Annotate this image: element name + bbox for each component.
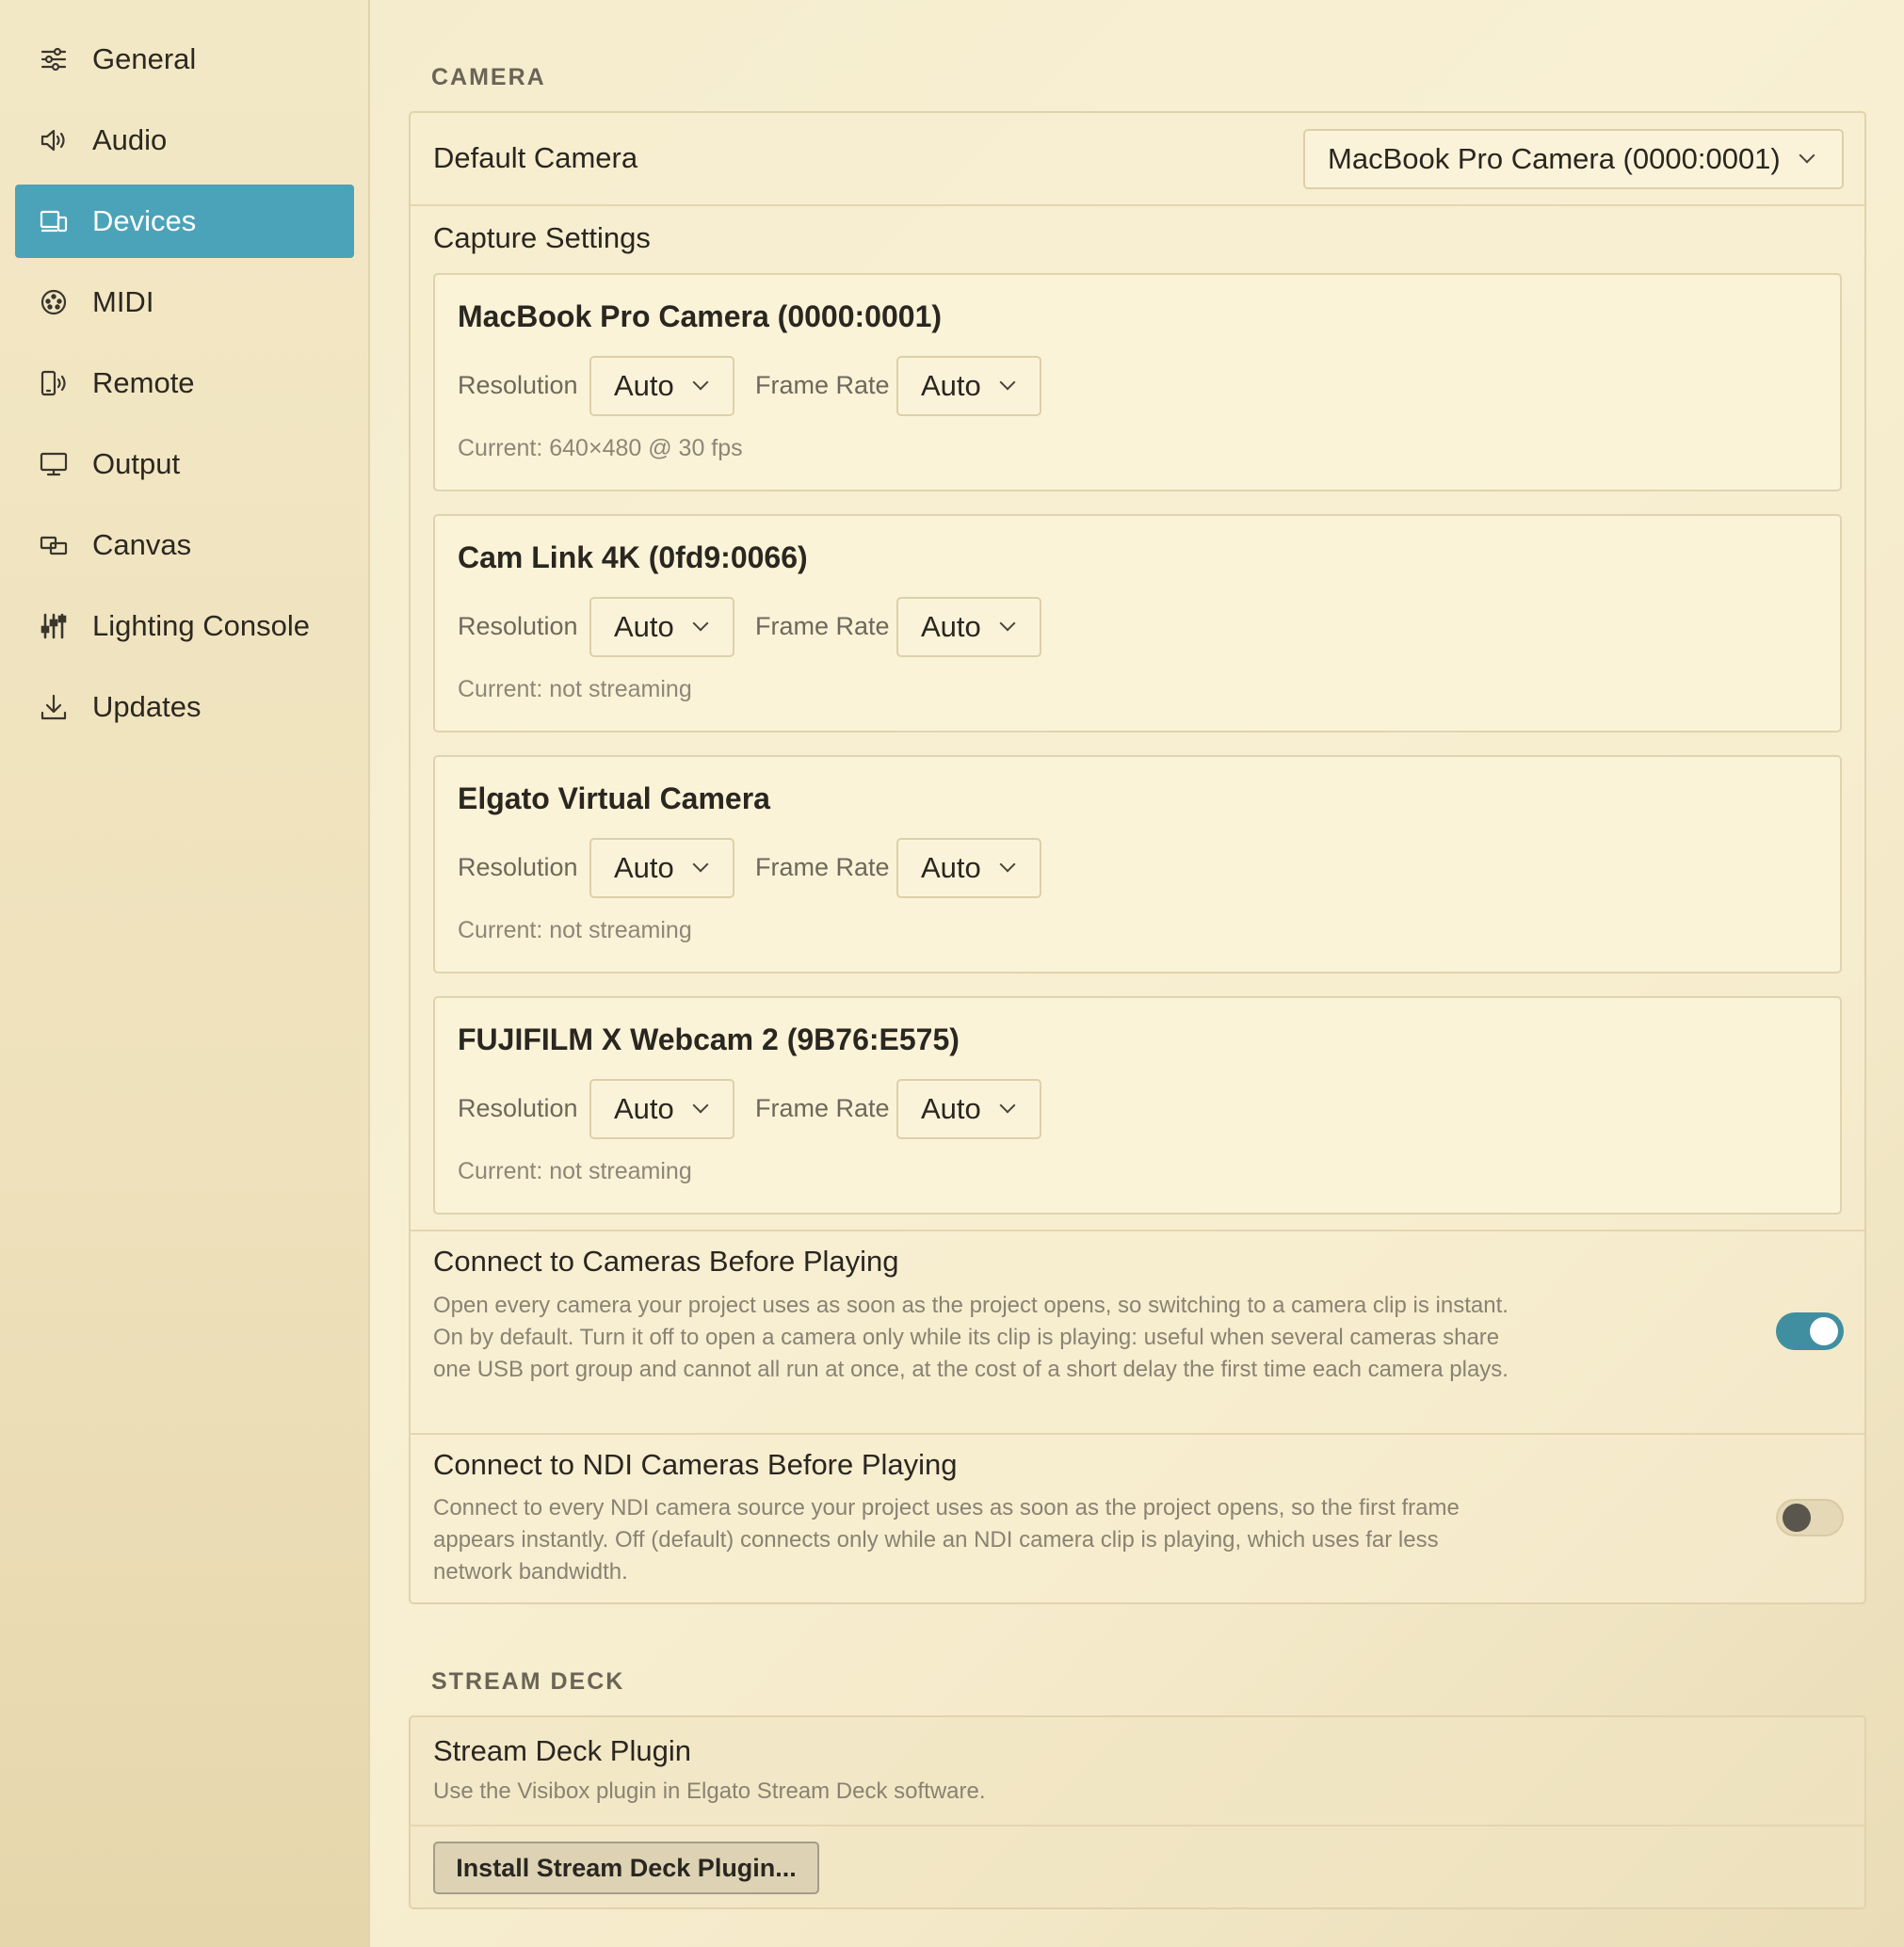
resolution-value: Auto [614, 1092, 674, 1125]
chevron-down-icon [1799, 147, 1815, 164]
frame-rate-select[interactable]: Auto [896, 838, 1041, 898]
frame-rate-label: Frame Rate [755, 612, 890, 640]
sidebar-item-label: Canvas [92, 528, 192, 561]
current-status: Current: not streaming [458, 1158, 692, 1184]
device-card: FUJIFILM X Webcam 2 (9B76:E575) Resoluti… [433, 996, 1842, 1215]
chevron-down-icon [999, 856, 1016, 873]
speaker-icon [38, 124, 70, 156]
resolution-label: Resolution [458, 853, 578, 881]
download-icon [38, 691, 70, 723]
sidebar-item-label: Lighting Console [92, 609, 310, 642]
midi-icon [38, 286, 70, 318]
resolution-select[interactable]: Auto [589, 597, 734, 657]
sidebar-item-label: Output [92, 447, 181, 480]
resolution-select[interactable]: Auto [589, 1079, 734, 1139]
capture-settings-label: Capture Settings [433, 221, 651, 254]
frame-rate-select[interactable]: Auto [896, 1079, 1041, 1139]
resolution-label: Resolution [458, 371, 578, 399]
connect-ndi-cameras-title: Connect to NDI Cameras Before Playing [433, 1448, 958, 1481]
sidebar-item-output[interactable]: Output [15, 427, 354, 501]
frame-rate-label: Frame Rate [755, 1094, 890, 1122]
sidebar-item-label: General [92, 42, 197, 75]
chevron-down-icon [999, 374, 1016, 391]
connect-cameras-toggle[interactable] [1776, 1312, 1844, 1350]
sidebar-item-audio[interactable]: Audio [15, 104, 354, 177]
install-stream-deck-plugin-button[interactable]: Install Stream Deck Plugin... [433, 1842, 819, 1894]
resolution-value: Auto [614, 851, 674, 884]
canvas-icon [38, 529, 70, 561]
device-name: Cam Link 4K (0fd9:0066) [458, 540, 808, 574]
current-status: Current: 640×480 @ 30 fps [458, 435, 743, 461]
frame-rate-value: Auto [921, 610, 981, 643]
device-card: MacBook Pro Camera (0000:0001) Resolutio… [433, 273, 1842, 491]
device-card: Cam Link 4K (0fd9:0066) Resolution Auto … [433, 514, 1842, 732]
resolution-value: Auto [614, 369, 674, 402]
resolution-select[interactable]: Auto [589, 838, 734, 898]
default-camera-label: Default Camera [433, 141, 638, 174]
device-name: Elgato Virtual Camera [458, 781, 770, 815]
toggle-knob [1783, 1504, 1811, 1532]
chevron-down-icon [692, 1097, 709, 1114]
sidebar-item-updates[interactable]: Updates [15, 670, 354, 744]
connect-cameras-description: Open every camera your project uses as s… [433, 1293, 1509, 1382]
resolution-select[interactable]: Auto [589, 356, 734, 416]
frame-rate-value: Auto [921, 851, 981, 884]
chevron-down-icon [692, 856, 709, 873]
current-status: Current: not streaming [458, 917, 692, 943]
sidebar-item-midi[interactable]: MIDI [15, 266, 354, 339]
frame-rate-select[interactable]: Auto [896, 597, 1041, 657]
sidebar-item-devices[interactable]: Devices [15, 185, 354, 258]
sidebar-item-remote[interactable]: Remote [15, 346, 354, 420]
frame-rate-label: Frame Rate [755, 853, 890, 881]
chevron-down-icon [999, 615, 1016, 632]
stream-deck-panel: Stream Deck Plugin Use the Visibox plugi… [409, 1715, 1866, 1909]
resolution-label: Resolution [458, 612, 578, 640]
divider [411, 1433, 1864, 1435]
devices-icon [38, 205, 70, 237]
device-name: FUJIFILM X Webcam 2 (9B76:E575) [458, 1022, 960, 1056]
remote-icon [38, 367, 70, 399]
resolution-label: Resolution [458, 1094, 578, 1122]
device-name: MacBook Pro Camera (0000:0001) [458, 299, 943, 333]
frame-rate-select[interactable]: Auto [896, 356, 1041, 416]
sidebar-item-canvas[interactable]: Canvas [15, 508, 354, 582]
sidebar-item-label: MIDI [92, 285, 154, 318]
connect-ndi-cameras-toggle[interactable] [1776, 1499, 1844, 1537]
sidebar: General Audio Devices MIDI Remote Output… [0, 0, 370, 1947]
sidebar-item-label: Updates [92, 690, 202, 723]
sliders-icon [38, 43, 70, 75]
camera-panel: Default Camera MacBook Pro Camera (0000:… [409, 111, 1866, 1604]
divider [411, 1230, 1864, 1231]
resolution-value: Auto [614, 610, 674, 643]
default-camera-select[interactable]: MacBook Pro Camera (0000:0001) [1303, 129, 1844, 189]
stream-deck-plugin-title: Stream Deck Plugin [433, 1734, 691, 1767]
sidebar-item-lighting-console[interactable]: Lighting Console [15, 589, 354, 663]
connect-cameras-title: Connect to Cameras Before Playing [433, 1245, 899, 1278]
divider [411, 204, 1864, 206]
camera-section-heading: CAMERA [431, 64, 546, 90]
chevron-down-icon [692, 615, 709, 632]
sidebar-item-general[interactable]: General [15, 23, 354, 96]
frame-rate-value: Auto [921, 1092, 981, 1125]
sidebar-item-label: Remote [92, 366, 195, 399]
chevron-down-icon [692, 374, 709, 391]
connect-ndi-cameras-description: Connect to every NDI camera source your … [433, 1495, 1460, 1585]
sidebar-item-label: Audio [92, 123, 168, 156]
monitor-icon [38, 448, 70, 480]
stream-deck-section-heading: STREAM DECK [431, 1668, 625, 1695]
default-camera-value: MacBook Pro Camera (0000:0001) [1328, 142, 1781, 175]
current-status: Current: not streaming [458, 676, 692, 702]
frame-rate-value: Auto [921, 369, 981, 402]
sidebar-item-label: Devices [92, 204, 197, 237]
faders-icon [38, 610, 70, 642]
device-card: Elgato Virtual Camera Resolution Auto Fr… [433, 755, 1842, 974]
toggle-knob [1810, 1317, 1838, 1345]
frame-rate-label: Frame Rate [755, 371, 890, 399]
stream-deck-plugin-description: Use the Visibox plugin in Elgato Stream … [433, 1778, 986, 1804]
chevron-down-icon [999, 1097, 1016, 1114]
divider [411, 1825, 1864, 1826]
